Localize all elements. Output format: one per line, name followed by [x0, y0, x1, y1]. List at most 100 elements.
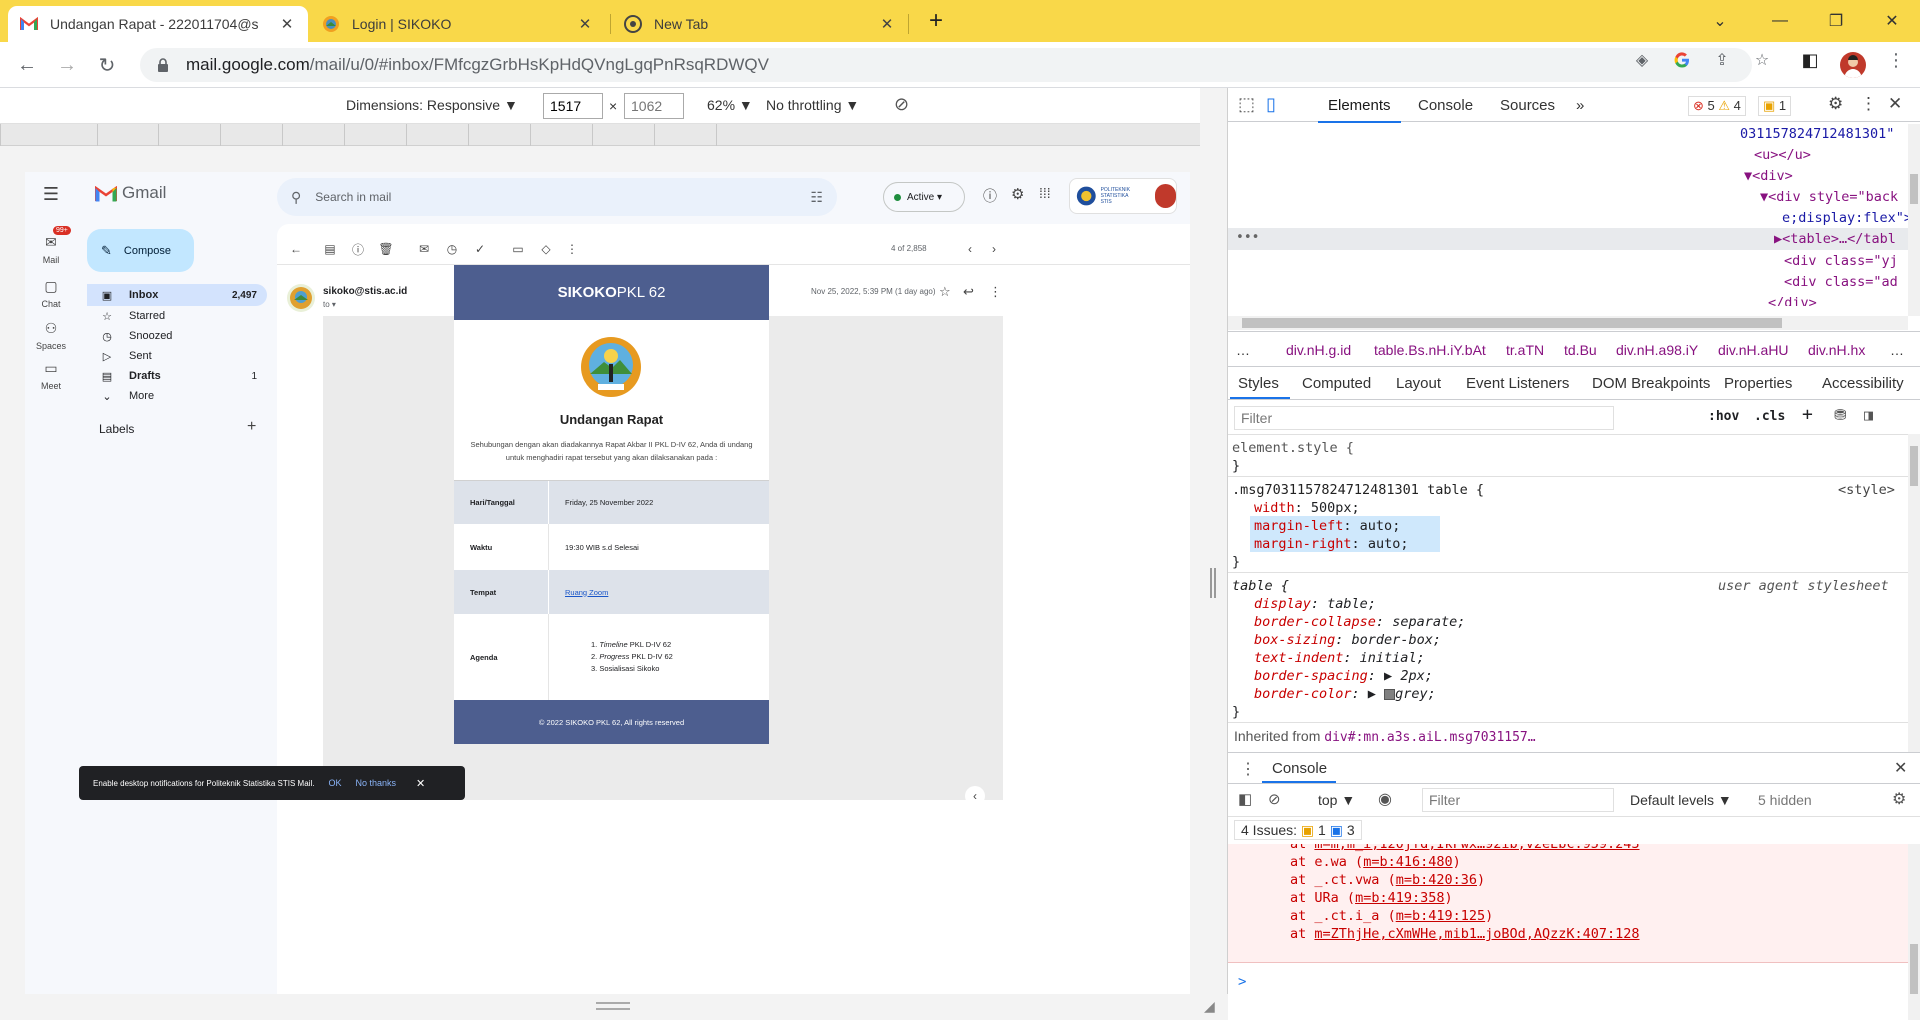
restore-icon[interactable]: ❐ [1808, 0, 1864, 42]
breadcrumb-item[interactable]: div.nH.aHU [1718, 342, 1789, 358]
issues-counter[interactable]: ▣ 1 [1758, 96, 1792, 116]
back-to-inbox-icon[interactable]: ← [285, 238, 307, 260]
hover-state-toggle[interactable]: :hov [1708, 409, 1739, 424]
rule-element-style[interactable]: element.style { [1232, 440, 1354, 456]
forward-icon[interactable]: → [52, 50, 82, 80]
tab-gmail[interactable]: Undangan Rapat - 222011704@s ✕ [8, 6, 308, 42]
main-menu-icon[interactable]: ☰ [39, 184, 63, 208]
tab-properties[interactable]: Properties [1724, 375, 1792, 392]
dom-line[interactable]: <u></u> [1754, 147, 1811, 163]
prev-mail-icon[interactable]: ‹ [959, 238, 981, 260]
console-scrollbar[interactable] [1908, 844, 1920, 1020]
paint-icon[interactable]: ⛃ [1834, 406, 1847, 424]
zoom-link[interactable]: Ruang Zoom [549, 570, 769, 614]
close-icon[interactable]: ✕ [416, 777, 425, 790]
dom-line[interactable]: 031157824712481301" [1740, 126, 1894, 142]
console-drawer-tab[interactable]: Console [1272, 760, 1327, 777]
tab-layout[interactable]: Layout [1396, 375, 1441, 392]
corner-resize-icon[interactable]: ◢ [1204, 998, 1215, 1015]
menu-kebab-icon[interactable]: ⋮ [1886, 50, 1906, 70]
stack-link[interactable]: m=b:416:480 [1363, 854, 1452, 870]
more-tabs-icon[interactable]: » [1576, 97, 1584, 114]
dom-line[interactable]: ▼<div> [1744, 168, 1793, 184]
breadcrumb-item[interactable]: tr.aTN [1506, 342, 1544, 358]
zoom-dropdown[interactable]: 62% ▼ [707, 97, 753, 113]
rail-chat[interactable]: ▢ Chat [25, 276, 77, 310]
close-icon[interactable]: ✕ [278, 15, 296, 33]
add-task-icon[interactable]: ✓ [469, 238, 491, 260]
more-actions-icon[interactable]: ⋮ [561, 238, 583, 260]
address-bar[interactable]: mail.google.com/mail/u/0/#inbox/FMfcgzGr… [140, 48, 1752, 82]
label-icon[interactable]: ◇ [535, 238, 557, 260]
stack-link[interactable]: m=ZThjHe,cXmWHe,mib1…joBOd,AQzzK:407:128 [1314, 926, 1639, 942]
styles-scrollbar[interactable] [1908, 434, 1920, 752]
dom-line[interactable]: ▼<div style="back [1760, 189, 1898, 205]
tab-sources[interactable]: Sources [1500, 97, 1555, 114]
dom-tree[interactable]: 031157824712481301" <u></u> ▼<div> ▼<div… [1228, 122, 1908, 306]
avatar[interactable] [1840, 52, 1866, 78]
css-property[interactable]: box-sizing: border-box; [1254, 632, 1441, 648]
dom-line[interactable]: e;display:flex"> [1782, 210, 1908, 226]
devtools-settings-icon[interactable]: ⚙ [1828, 94, 1843, 114]
tab-accessibility[interactable]: Accessibility [1822, 375, 1904, 392]
class-toggle[interactable]: .cls [1754, 409, 1785, 424]
inherited-element-link[interactable]: div#:mn.a3s.aiL.msg7031157… [1324, 730, 1535, 745]
compose-button[interactable]: ✎ Compose [87, 229, 194, 272]
devtools-menu-icon[interactable]: ⋮ [1860, 94, 1877, 114]
dimensions-dropdown[interactable]: Dimensions: Responsive ▼ [346, 97, 518, 113]
issues-bar[interactable]: 4 Issues: ▣ 1 ▣ 3 [1234, 820, 1362, 840]
close-icon[interactable]: ✕ [576, 15, 594, 33]
clear-console-icon[interactable]: ⊘ [1268, 790, 1281, 808]
new-tab-button[interactable]: + [922, 8, 950, 36]
nav-inbox[interactable]: ▣ Inbox 2,497 [87, 284, 267, 306]
more-mail-options-icon[interactable]: ⋮ [989, 284, 1002, 300]
css-property[interactable]: display: table; [1254, 596, 1376, 612]
toast-no-thanks-button[interactable]: No thanks [355, 778, 396, 788]
stack-link[interactable]: m=b:420:36 [1396, 872, 1477, 888]
search-input[interactable]: Search in mail [315, 190, 391, 204]
eye-off-icon[interactable]: ◈ [1632, 50, 1652, 70]
rail-spaces[interactable]: ⚇ Spaces [25, 318, 77, 352]
help-icon[interactable]: ⓘ [983, 186, 997, 206]
sender-avatar[interactable] [287, 284, 315, 312]
tab-sikoko[interactable]: Login | SIKOKO ✕ [310, 6, 606, 42]
rail-mail[interactable]: ✉ 99+ Mail [25, 226, 77, 265]
new-rule-icon[interactable]: + [1802, 404, 1813, 425]
css-property[interactable]: margin-right: auto; [1254, 536, 1408, 552]
close-icon[interactable]: ✕ [878, 15, 896, 33]
rail-meet[interactable]: ▭ Meet [25, 358, 77, 392]
tab-dom-breakpoints[interactable]: DOM Breakpoints [1592, 375, 1710, 392]
css-property[interactable]: width: 500px; [1254, 500, 1360, 516]
expand-side-panel-icon[interactable]: ‹ [965, 786, 985, 806]
live-expression-eye-icon[interactable]: ◉ [1378, 789, 1392, 809]
close-devtools-icon[interactable]: ✕ [1888, 94, 1902, 114]
stack-link[interactable]: m=b:419:358 [1355, 890, 1444, 906]
css-property[interactable]: border-spacing: ▶ 2px; [1254, 668, 1433, 684]
reply-icon[interactable]: ↩ [963, 284, 974, 300]
lock-icon[interactable] [154, 56, 172, 74]
breadcrumb-item[interactable]: div.nH.a98.iY [1616, 342, 1698, 358]
css-property[interactable]: border-color: ▶ grey; [1254, 686, 1436, 702]
close-window-icon[interactable]: ✕ [1864, 0, 1920, 42]
search-icon[interactable]: ⚲ [291, 189, 301, 206]
share-icon[interactable]: ⇪ [1712, 50, 1732, 70]
bookmark-star-icon[interactable]: ☆ [1752, 50, 1772, 70]
nav-starred[interactable]: ☆ Starred [87, 305, 267, 327]
throttling-dropdown[interactable]: No throttling ▼ [766, 97, 859, 113]
account-avatar[interactable] [1155, 184, 1177, 208]
nav-drafts[interactable]: ▤ Drafts 1 [87, 365, 267, 387]
rule-selector[interactable]: table { [1232, 578, 1289, 594]
side-panel-icon[interactable]: ◧ [1800, 50, 1820, 70]
device-toggle-icon[interactable]: ▯ [1266, 94, 1276, 115]
back-icon[interactable]: ← [12, 50, 42, 80]
dom-line[interactable]: ▶<table>…</tabl [1774, 231, 1896, 247]
close-drawer-icon[interactable]: ✕ [1894, 758, 1907, 778]
toggle-sidebar-icon[interactable]: ◨ [1864, 406, 1873, 424]
search-options-icon[interactable]: ☷ [810, 189, 823, 206]
width-input[interactable] [543, 93, 603, 119]
css-property[interactable]: border-collapse: separate; [1254, 614, 1465, 630]
tab-event-listeners[interactable]: Event Listeners [1466, 375, 1569, 392]
tab-search-icon[interactable]: ⌄ [1692, 0, 1748, 42]
tab-console[interactable]: Console [1418, 97, 1473, 114]
resize-handle-icon[interactable] [1210, 568, 1216, 598]
